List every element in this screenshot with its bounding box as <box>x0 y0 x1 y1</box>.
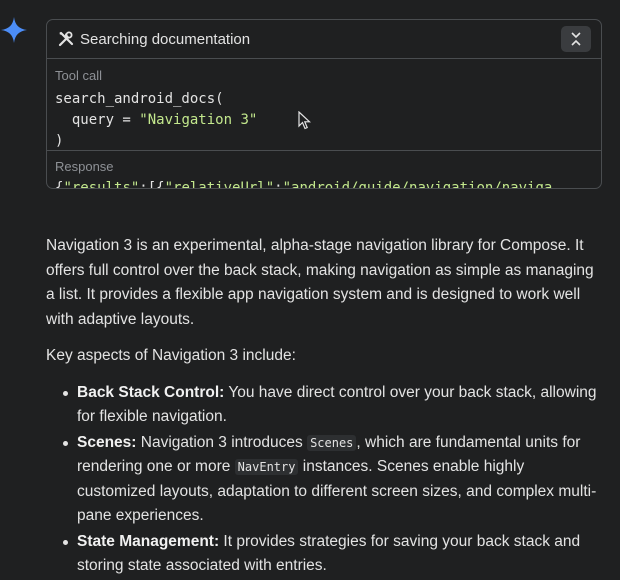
inline-code: Scenes <box>307 434 357 451</box>
tools-icon <box>57 30 75 48</box>
assistant-answer: Navigation 3 is an experimental, alpha-s… <box>46 234 606 580</box>
response-code: {"results":[{"relativeUrl":"android/guid… <box>55 178 593 189</box>
mouse-cursor-icon <box>298 111 312 130</box>
list-item: Back Stack Control: You have direct cont… <box>63 381 606 430</box>
tool-card-title: Searching documentation <box>80 30 251 48</box>
resp-mid: :[{ <box>139 180 165 189</box>
item-title: Back Stack Control: <box>77 383 225 401</box>
resp-value-url: "android/guide/navigation/naviga <box>282 180 553 189</box>
inline-code: NavEntry <box>234 459 299 475</box>
list-item: Scenes: Navigation 3 introduces Scenes, … <box>63 431 606 529</box>
tool-call-card: Searching documentation Tool call search… <box>46 19 602 189</box>
tool-call-section: Tool call search_android_docs( query = "… <box>47 59 601 151</box>
response-section: Response {"results":[{"relativeUrl":"and… <box>47 151 601 189</box>
code-line-1: search_android_docs( <box>55 91 224 107</box>
item-title: Scenes: <box>77 433 137 451</box>
resp-key-results: "results" <box>63 180 140 189</box>
resp-colon: : <box>274 180 283 189</box>
code-line-2-string: "Navigation 3" <box>139 112 258 128</box>
tool-call-label: Tool call <box>55 68 102 83</box>
sparkle-icon <box>1 17 27 43</box>
aspects-heading: Key aspects of Navigation 3 include: <box>46 347 296 364</box>
collapse-button[interactable] <box>561 26 591 52</box>
intro-paragraph: Navigation 3 is an experimental, alpha-s… <box>46 237 594 328</box>
resp-key-url: "relativeUrl" <box>164 180 275 189</box>
aspects-list: Back Stack Control: You have direct cont… <box>46 381 606 579</box>
tool-card-header: Searching documentation <box>47 20 601 59</box>
item-text: Navigation 3 introduces <box>136 433 308 451</box>
tool-call-code: search_android_docs( query = "Navigation… <box>55 89 593 152</box>
code-line-3: ) <box>55 133 64 149</box>
item-title: State Management: <box>77 532 220 550</box>
response-label: Response <box>55 159 114 174</box>
collapse-icon <box>571 32 581 46</box>
code-line-2-prefix: query = <box>55 112 140 128</box>
list-item: State Management: It provides strategies… <box>63 530 606 579</box>
